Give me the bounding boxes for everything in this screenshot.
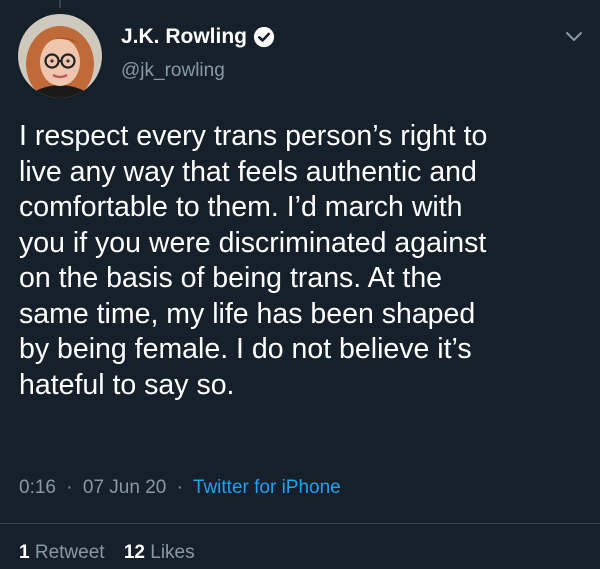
author-handle[interactable]: @jk_rowling bbox=[121, 60, 225, 82]
meta-separator-2: · bbox=[176, 477, 183, 498]
likes-label: Likes bbox=[150, 542, 195, 563]
chevron-down-icon[interactable] bbox=[564, 30, 584, 44]
tweet-date[interactable]: 07 Jun 20 bbox=[83, 477, 166, 498]
divider bbox=[0, 523, 600, 524]
avatar-image bbox=[18, 14, 102, 98]
verified-badge-icon bbox=[253, 26, 275, 48]
tweet-time[interactable]: 0:16 bbox=[19, 477, 56, 498]
likes-count: 12 bbox=[123, 542, 145, 563]
avatar[interactable] bbox=[18, 14, 102, 98]
author-name-row: J.K. Rowling bbox=[121, 25, 275, 49]
tweet-header: J.K. Rowling @jk_rowling bbox=[18, 14, 588, 98]
retweets-count: 1 bbox=[19, 542, 30, 563]
tweet-metadata: 0:16 · 07 Jun 20 · Twitter for iPhone bbox=[19, 477, 341, 499]
meta-separator: · bbox=[66, 477, 73, 498]
tweet-text: I respect every trans person’s right to … bbox=[19, 120, 488, 401]
author-display-name[interactable]: J.K. Rowling bbox=[121, 25, 247, 49]
thread-line bbox=[59, 0, 61, 8]
likes-stat[interactable]: 12 Likes bbox=[124, 542, 195, 563]
retweets-label: Retweet bbox=[34, 542, 105, 563]
tweet-source-link[interactable]: Twitter for iPhone bbox=[193, 477, 341, 498]
tweet-stats: 1 Retweet 12 Likes bbox=[19, 542, 209, 564]
retweets-stat[interactable]: 1 Retweet bbox=[19, 542, 110, 563]
